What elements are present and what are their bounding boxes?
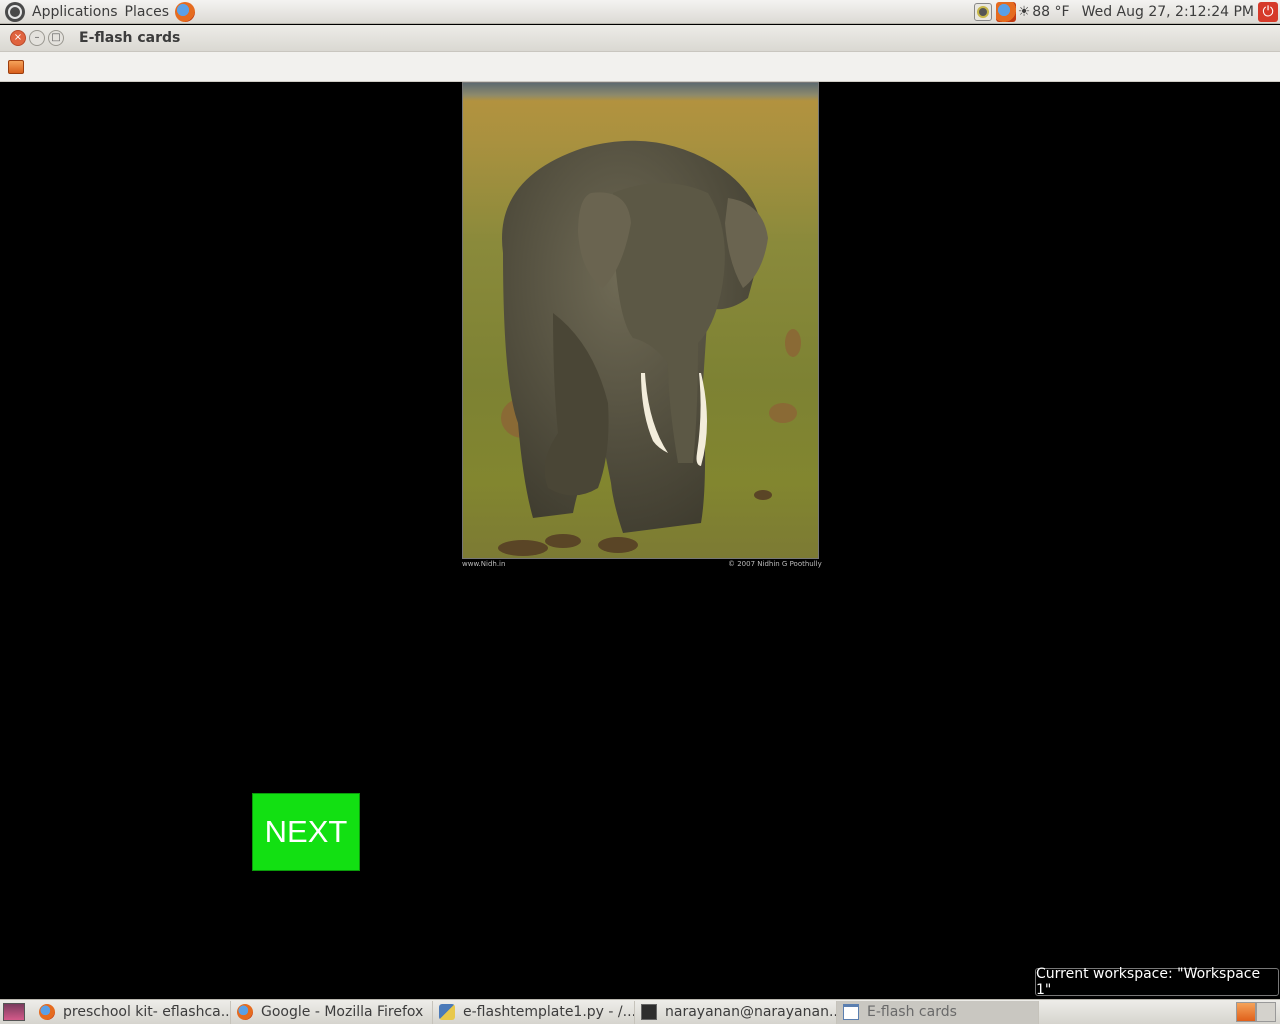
applications-menu[interactable]: Applications <box>32 4 118 20</box>
power-icon[interactable]: ⏻ <box>1258 2 1278 22</box>
python-file-icon <box>439 1004 455 1020</box>
firefox-icon <box>39 1004 55 1020</box>
bottom-taskbar: preschool kit- eflashca... Google - Mozi… <box>0 999 1280 1024</box>
workspace-1[interactable] <box>1236 1002 1256 1022</box>
taskbar-item-terminal[interactable]: narayanan@narayanan... <box>635 1000 837 1024</box>
terminal-icon <box>641 1004 657 1020</box>
firefox-icon <box>237 1004 253 1020</box>
weather-sun-icon[interactable]: ☀ <box>1018 4 1031 20</box>
taskbar-item-label: narayanan@narayanan... <box>665 1004 837 1020</box>
taskbar-item-label: E-flash cards <box>867 1004 957 1020</box>
next-button[interactable]: NEXT <box>252 793 360 871</box>
taskbar-item-eflashtemplate[interactable]: e-flashtemplate1.py - /... <box>433 1000 635 1024</box>
webcam-icon[interactable] <box>973 3 992 21</box>
close-window-button[interactable]: × <box>10 30 26 46</box>
taskbar-item-label: preschool kit- eflashca... <box>63 1004 231 1020</box>
system-tray: ☀ 88 °F Wed Aug 27, 2:12:24 PM ⏻ <box>973 0 1280 24</box>
minimize-window-button[interactable]: – <box>29 30 45 46</box>
flashcard-area: www.Nidh.in © 2007 Nidhin G Poothully NE… <box>1 82 1279 999</box>
taskbar-item-label: e-flashtemplate1.py - /... <box>463 1004 635 1020</box>
workspace-switcher <box>1236 1002 1276 1022</box>
top-panel: Applications Places ☀ 88 °F Wed Aug 27, … <box>0 0 1280 24</box>
workspace-2[interactable] <box>1256 1002 1276 1022</box>
elephant-photo <box>462 82 819 559</box>
firefox-launcher-icon[interactable] <box>175 1 196 22</box>
places-menu[interactable]: Places <box>125 4 170 20</box>
toolbar <box>0 52 1280 82</box>
maximize-window-button[interactable]: □ <box>48 30 64 46</box>
taskbar-item-preschool-kit[interactable]: preschool kit- eflashca... <box>33 1000 231 1024</box>
open-folder-icon[interactable] <box>8 60 24 74</box>
elephant-illustration <box>498 140 801 556</box>
photo-caption-right: © 2007 Nidhin G Poothully <box>728 560 822 568</box>
taskbar-item-label: Google - Mozilla Firefox <box>261 1004 424 1020</box>
taskbar-item-google-firefox[interactable]: Google - Mozilla Firefox <box>231 1000 433 1024</box>
firefox-tray-icon[interactable] <box>995 2 1016 22</box>
show-desktop-icon[interactable] <box>3 1003 25 1021</box>
ubuntu-logo-icon[interactable] <box>5 1 25 22</box>
taskbar-item-eflash-cards[interactable]: E-flash cards <box>837 1000 1039 1024</box>
photo-caption-left: www.Nidh.in <box>462 560 506 568</box>
window-titlebar[interactable]: × – □ E-flash cards <box>0 25 1280 52</box>
window-icon <box>843 1004 859 1020</box>
clock[interactable]: Wed Aug 27, 2:12:24 PM <box>1082 4 1254 20</box>
workspace-tooltip: Current workspace: "Workspace 1" <box>1035 966 1279 998</box>
weather-temperature[interactable]: 88 °F <box>1032 4 1069 20</box>
window-title: E-flash cards <box>79 30 181 46</box>
